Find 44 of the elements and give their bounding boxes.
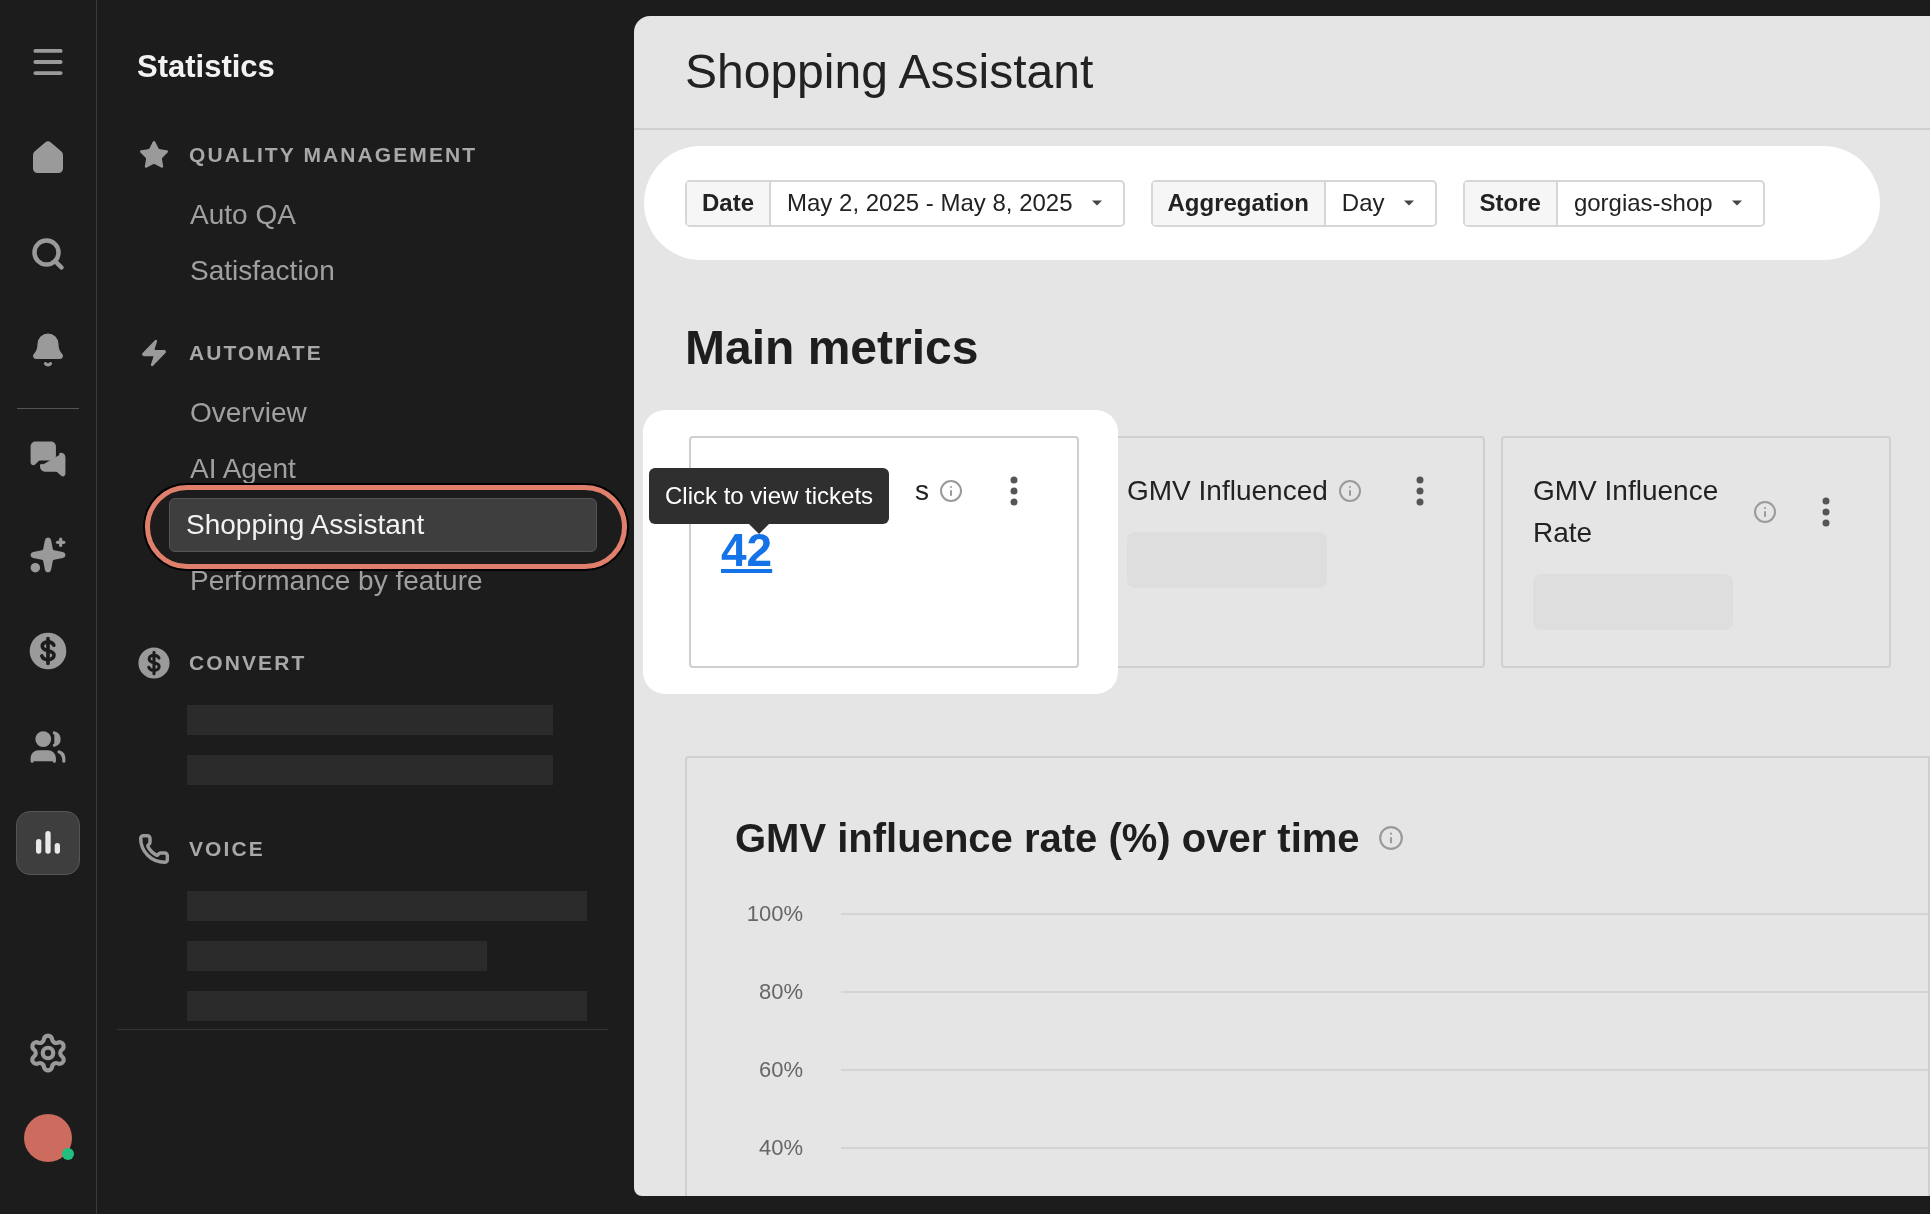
filter-dropdown[interactable]: Store gorgias-shop — [1462, 179, 1765, 227]
metric-title: GMV Influenced — [1127, 474, 1328, 508]
section-heading: QUALITY MANAGEMENT — [189, 141, 478, 168]
sidebar-link[interactable]: AI Agent — [189, 441, 608, 496]
chat-bubbles-icon — [29, 440, 67, 478]
filter-dropdown[interactable]: Date May 2, 2025 - May 8, 2025 — [685, 179, 1125, 227]
info-icon[interactable] — [939, 479, 963, 503]
star-icon — [138, 138, 170, 171]
settings-icon — [27, 1032, 69, 1074]
filter-dropdown[interactable]: Aggregation Day — [1150, 179, 1437, 227]
lightning-icon — [139, 337, 169, 368]
more-options-icon[interactable] — [1415, 476, 1425, 506]
sidebar-title: Statistics — [137, 48, 276, 86]
section-heading: VOICE — [189, 835, 265, 862]
bell-icon — [30, 332, 66, 368]
tooltip: Click to view tickets — [649, 468, 890, 534]
settings-button[interactable] — [27, 1032, 69, 1074]
sparkles-icon — [29, 536, 67, 574]
page-title: Shopping Assistant — [685, 44, 1094, 100]
axis-label: 100% — [745, 902, 803, 926]
metric-title: s — [915, 474, 929, 508]
dollar-icon — [137, 645, 171, 680]
section-heading: CONVERT — [189, 649, 307, 676]
more-options-icon[interactable] — [1821, 497, 1831, 527]
avatar[interactable] — [24, 1114, 72, 1162]
section-heading: Main metrics — [684, 320, 980, 376]
search-icon — [30, 236, 66, 272]
metric-title: GMV Influence Rate — [1533, 474, 1720, 550]
section-heading: AUTOMATE — [189, 339, 323, 366]
chart-title: GMV influence rate (%) over time — [735, 815, 1360, 862]
axis-label: 60% — [757, 1058, 803, 1082]
home-icon — [30, 140, 66, 176]
axis-label: 40% — [757, 1136, 803, 1160]
sidebar-link[interactable]: Satisfaction — [189, 243, 608, 298]
more-options-icon[interactable] — [1009, 476, 1019, 506]
sidebar-nav-button[interactable] — [16, 811, 80, 875]
people-icon — [29, 728, 67, 766]
phone-icon — [138, 832, 170, 865]
sidebar-link[interactable]: Shopping Assistant — [169, 497, 597, 552]
axis-label: 80% — [757, 980, 803, 1004]
dollar-icon — [28, 631, 68, 671]
sidebar-link[interactable]: Performance by feature — [189, 553, 608, 608]
sidebar-link[interactable]: Overview — [189, 385, 608, 440]
sidebar-link[interactable]: Auto QA — [189, 187, 608, 242]
